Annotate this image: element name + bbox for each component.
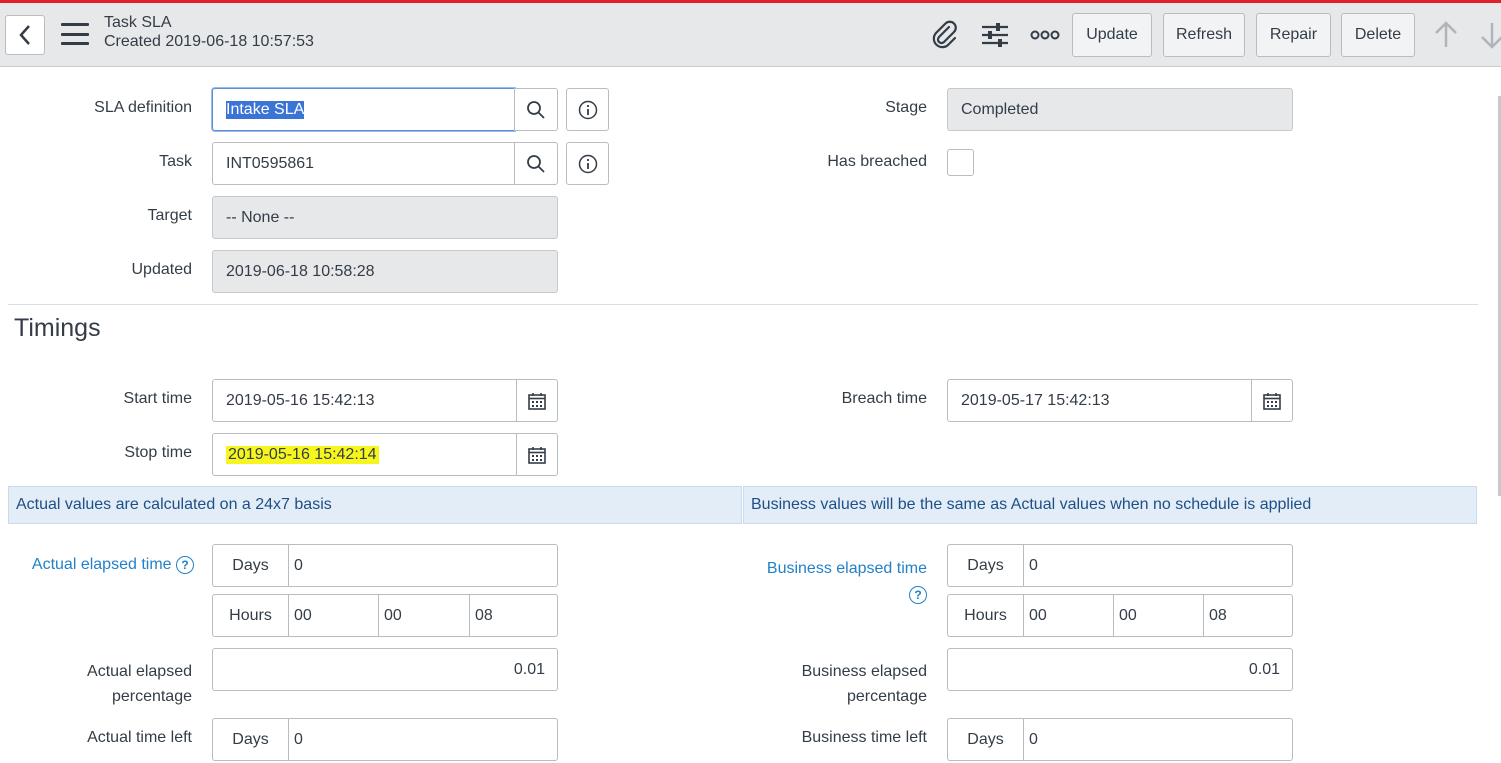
target-label: Target <box>147 207 192 224</box>
stage-field: Completed <box>947 88 1293 131</box>
business-elapsed-percentage-label-line1: Business elapsed <box>801 663 927 680</box>
more-options-button[interactable] <box>1029 19 1061 51</box>
arrow-down-icon <box>1481 23 1501 49</box>
actual-elapsed-days-input[interactable]: 0 <box>288 544 558 587</box>
days-caption: Days <box>947 544 1023 587</box>
task-info-button[interactable] <box>566 142 609 185</box>
actual-elapsed-hours: Hours 00 00 08 <box>212 594 558 637</box>
days-caption: Days <box>212 718 288 761</box>
stop-time-calendar-button[interactable] <box>516 433 558 476</box>
actual-elapsed-time-label-text: Actual elapsed time <box>31 556 172 574</box>
business-elapsed-percentage-label-line2: percentage <box>846 688 927 705</box>
more-icon <box>1030 30 1060 40</box>
business-time-left-days-input[interactable]: 0 <box>1023 718 1293 761</box>
arrow-up-icon <box>1435 21 1457 47</box>
breach-time-calendar-button[interactable] <box>1251 379 1293 422</box>
task-input[interactable]: INT0595861 <box>212 142 515 185</box>
actual-elapsed-percentage-label-line1: Actual elapsed <box>87 663 192 680</box>
target-select: -- None -- <box>212 196 558 239</box>
personalize-button[interactable] <box>979 19 1011 51</box>
actual-elapsed-days: Days 0 <box>212 544 558 587</box>
calendar-icon <box>528 446 546 464</box>
task-lookup-button[interactable] <box>514 142 558 185</box>
repair-button[interactable]: Repair <box>1256 13 1331 57</box>
help-icon[interactable]: ? <box>176 556 194 574</box>
help-icon[interactable]: ? <box>909 585 927 604</box>
search-icon <box>527 154 545 173</box>
has-breached-label: Has breached <box>827 153 927 170</box>
business-elapsed-hours: Hours 00 00 08 <box>947 594 1293 637</box>
updated-label: Updated <box>131 261 193 278</box>
business-values-info-bar: Business values will be the same as Actu… <box>743 486 1477 524</box>
form-header: Task SLA Created 2019-06-18 10:57:53 Upd… <box>0 3 1501 67</box>
info-icon <box>578 154 597 173</box>
days-caption: Days <box>212 544 288 587</box>
calendar-icon <box>528 392 546 410</box>
actual-elapsed-time-label[interactable]: Actual elapsed time ? <box>10 556 194 574</box>
sla-definition-value: Intake SLA <box>226 100 305 119</box>
search-icon <box>527 100 545 119</box>
hours-caption: Hours <box>212 594 288 637</box>
business-time-left-days: Days 0 <box>947 718 1293 761</box>
actual-time-left-days-input[interactable]: 0 <box>288 718 558 761</box>
actual-elapsed-percentage-label: Actual elapsed percentage <box>20 659 192 709</box>
back-button[interactable] <box>5 15 45 55</box>
attachment-button[interactable] <box>929 19 961 51</box>
calendar-icon <box>1263 392 1281 410</box>
business-elapsed-minutes-input[interactable]: 00 <box>1114 594 1204 637</box>
previous-record-button[interactable] <box>1430 19 1462 51</box>
has-breached-checkbox[interactable] <box>947 149 974 176</box>
sla-definition-lookup-button[interactable] <box>514 88 558 131</box>
hours-caption: Hours <box>947 594 1023 637</box>
settings-sliders-icon <box>982 23 1008 47</box>
business-elapsed-percentage-label: Business elapsed percentage <box>740 659 927 709</box>
business-elapsed-hours-input[interactable]: 00 <box>1023 594 1114 637</box>
sla-definition-label: SLA definition <box>94 99 192 116</box>
back-icon <box>19 25 30 45</box>
stop-time-value: 2019-05-16 15:42:14 <box>226 445 379 464</box>
actual-values-info-bar: Actual values are calculated on a 24x7 b… <box>8 486 742 524</box>
stop-time-label: Stop time <box>124 444 192 461</box>
sla-definition-info-button[interactable] <box>566 88 609 131</box>
stop-time-input[interactable]: 2019-05-16 15:42:14 <box>212 433 517 476</box>
update-button[interactable]: Update <box>1072 13 1152 57</box>
delete-button[interactable]: Delete <box>1341 13 1415 57</box>
actual-elapsed-seconds-input[interactable]: 08 <box>470 594 558 637</box>
business-elapsed-days-input[interactable]: 0 <box>1023 544 1293 587</box>
page-subtitle: Created 2019-06-18 10:57:53 <box>104 33 314 50</box>
title-block: Task SLA Created 2019-06-18 10:57:53 <box>104 13 314 51</box>
refresh-button[interactable]: Refresh <box>1163 13 1245 57</box>
business-elapsed-percentage-input[interactable]: 0.01 <box>947 648 1293 691</box>
next-record-button[interactable] <box>1476 19 1501 51</box>
business-time-left-label: Business time left <box>801 729 927 746</box>
paperclip-icon <box>932 20 957 49</box>
business-elapsed-days: Days 0 <box>947 544 1293 587</box>
start-time-label: Start time <box>123 390 192 407</box>
actual-elapsed-hours-input[interactable]: 00 <box>288 594 379 637</box>
stage-label: Stage <box>885 99 927 116</box>
actual-elapsed-minutes-input[interactable]: 00 <box>379 594 470 637</box>
actual-elapsed-percentage-input[interactable]: 0.01 <box>212 648 558 691</box>
task-label: Task <box>159 153 192 170</box>
business-elapsed-seconds-input[interactable]: 08 <box>1204 594 1293 637</box>
section-divider <box>8 304 1478 305</box>
breach-time-label: Breach time <box>841 390 927 407</box>
hamburger-icon[interactable] <box>61 23 89 45</box>
updated-field: 2019-06-18 10:58:28 <box>212 250 558 293</box>
actual-time-left-label: Actual time left <box>87 729 192 746</box>
start-time-input[interactable]: 2019-05-16 15:42:13 <box>212 379 517 422</box>
actual-elapsed-percentage-label-line2: percentage <box>111 688 192 705</box>
actual-time-left-days: Days 0 <box>212 718 558 761</box>
business-elapsed-time-label-text: Business elapsed time <box>766 560 927 577</box>
sla-definition-input[interactable]: Intake SLA <box>212 88 515 131</box>
start-time-calendar-button[interactable] <box>516 379 558 422</box>
page-title: Task SLA <box>104 14 172 31</box>
breach-time-input[interactable]: 2019-05-17 15:42:13 <box>947 379 1252 422</box>
days-caption: Days <box>947 718 1023 761</box>
business-elapsed-time-label[interactable]: Business elapsed time ? <box>740 556 927 608</box>
info-icon <box>578 100 597 119</box>
timings-section-title: Timings <box>14 314 101 342</box>
